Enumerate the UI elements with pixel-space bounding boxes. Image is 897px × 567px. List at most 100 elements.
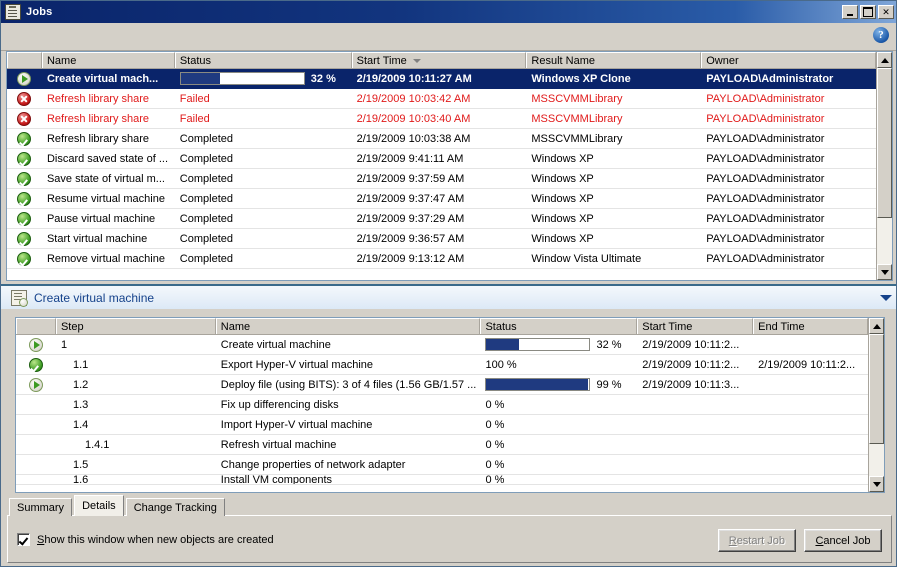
scroll-up-button[interactable]	[869, 318, 884, 334]
column-header-status_icon[interactable]	[7, 52, 42, 68]
column-header-label: Start Time	[357, 55, 407, 67]
progress-label: 32 %	[311, 73, 336, 85]
column-header-step[interactable]: Step	[56, 318, 216, 334]
table-row[interactable]: 1.4.1Refresh virtual machine0 %	[16, 435, 868, 455]
row-status-icon	[7, 129, 42, 148]
table-row[interactable]: 1Create virtual machine32 %2/19/2009 10:…	[16, 335, 868, 355]
chevron-down-icon[interactable]	[880, 295, 892, 301]
row-status-icon	[7, 249, 42, 268]
row-status-icon	[16, 475, 56, 484]
status-completed-icon	[17, 232, 31, 246]
status-completed-icon	[17, 172, 31, 186]
column-header-name[interactable]: Name	[42, 52, 175, 68]
table-row[interactable]: Save state of virtual m...Completed2/19/…	[7, 169, 876, 189]
maximize-button[interactable]	[860, 5, 876, 19]
table-row[interactable]: 1.2Deploy file (using BITS): 3 of 4 file…	[16, 375, 868, 395]
column-header-owner[interactable]: Owner	[701, 52, 876, 68]
restart-job-button: Restart Job	[718, 529, 796, 552]
sort-descending-icon	[413, 59, 421, 63]
close-button[interactable]: ✕	[878, 5, 894, 19]
scroll-thumb[interactable]	[877, 68, 892, 218]
scroll-track[interactable]	[877, 68, 892, 264]
minimize-button[interactable]	[842, 5, 858, 19]
row-status-icon	[7, 229, 42, 248]
scroll-down-button[interactable]	[877, 264, 892, 280]
tab-change-tracking[interactable]: Change Tracking	[126, 498, 225, 516]
cell-owner: PAYLOAD\Administrator	[701, 169, 876, 188]
table-row[interactable]: Remove virtual machineCompleted2/19/2009…	[7, 249, 876, 269]
table-row[interactable]: 1.5Change properties of network adapter0…	[16, 455, 868, 475]
steps-vertical-scrollbar[interactable]	[868, 318, 884, 492]
scroll-down-button[interactable]	[869, 476, 884, 492]
table-row[interactable]: Refresh library shareCompleted2/19/2009 …	[7, 129, 876, 149]
cell-end-time	[753, 395, 868, 414]
cell-name: Discard saved state of ...	[42, 149, 175, 168]
table-row[interactable]: Create virtual mach...32 %2/19/2009 10:1…	[7, 69, 876, 89]
help-icon[interactable]: ?	[873, 27, 889, 43]
cell-start-time: 2/19/2009 10:11:2...	[637, 355, 753, 374]
cell-status: 0 %	[480, 475, 637, 484]
column-header-status[interactable]: Status	[480, 318, 637, 334]
cell-status: Failed	[175, 109, 352, 128]
table-row[interactable]: Resume virtual machineCompleted2/19/2009…	[7, 189, 876, 209]
tab-label: Summary	[17, 502, 64, 514]
cell-name: Remove virtual machine	[42, 249, 175, 268]
cell-start-time: 2/19/2009 9:37:47 AM	[352, 189, 527, 208]
show-window-checkbox-row[interactable]: Show this window when new objects are cr…	[17, 533, 274, 546]
column-header-result_name[interactable]: Result Name	[526, 52, 701, 68]
status-text: Completed	[180, 173, 233, 185]
table-row[interactable]: Start virtual machineCompleted2/19/2009 …	[7, 229, 876, 249]
cell-step: 1.2	[56, 375, 216, 394]
column-header-step_icon[interactable]	[16, 318, 56, 334]
scroll-up-button[interactable]	[877, 52, 892, 68]
column-header-label: Name	[47, 55, 76, 67]
cell-start-time: 2/19/2009 10:11:27 AM	[352, 69, 527, 88]
table-row[interactable]: 1.6Install VM components0 %	[16, 475, 868, 485]
scroll-track[interactable]	[869, 334, 884, 476]
table-row[interactable]: 1.1Export Hyper-V virtual machine100 %2/…	[16, 355, 868, 375]
table-row[interactable]: Refresh library shareFailed2/19/2009 10:…	[7, 109, 876, 129]
cell-owner: PAYLOAD\Administrator	[701, 69, 876, 88]
cell-status: Completed	[175, 169, 352, 188]
cell-status: Failed	[175, 89, 352, 108]
table-row[interactable]: Pause virtual machineCompleted2/19/2009 …	[7, 209, 876, 229]
table-row[interactable]: 1.3Fix up differencing disks0 %	[16, 395, 868, 415]
column-header-label: Status	[180, 55, 211, 67]
table-row[interactable]: 1.4Import Hyper-V virtual machine0 %	[16, 415, 868, 435]
cell-start-time: 2/19/2009 9:37:59 AM	[352, 169, 527, 188]
show-window-checkbox[interactable]	[17, 533, 30, 546]
status-running-icon	[29, 338, 43, 352]
scroll-thumb[interactable]	[869, 334, 884, 444]
progress-label: 32 %	[596, 339, 621, 351]
details-panel-header[interactable]: Create virtual machine	[1, 284, 897, 309]
column-header-status[interactable]: Status	[175, 52, 352, 68]
cell-status: 0 %	[480, 435, 637, 454]
status-text: Failed	[180, 93, 210, 105]
progress-label: 0 %	[485, 419, 504, 431]
table-row[interactable]: Discard saved state of ...Completed2/19/…	[7, 149, 876, 169]
column-header-label: End Time	[758, 321, 804, 333]
column-header-start_time[interactable]: Start Time	[352, 52, 527, 68]
tab-details[interactable]: Details	[74, 495, 124, 516]
row-status-icon	[16, 335, 56, 354]
cell-name: Pause virtual machine	[42, 209, 175, 228]
column-header-name[interactable]: Name	[216, 318, 481, 334]
status-completed-icon	[17, 212, 31, 226]
cell-name: Deploy file (using BITS): 3 of 4 files (…	[216, 375, 481, 394]
column-header-start_time[interactable]: Start Time	[637, 318, 753, 334]
cell-status: 0 %	[480, 415, 637, 434]
button-accel-letter: R	[729, 535, 737, 547]
jobs-vertical-scrollbar[interactable]	[876, 52, 892, 280]
tab-summary[interactable]: Summary	[9, 498, 72, 516]
column-header-label: Result Name	[531, 55, 595, 67]
tab-label: Details	[82, 500, 116, 512]
row-status-icon	[16, 415, 56, 434]
table-row[interactable]: Refresh library shareFailed2/19/2009 10:…	[7, 89, 876, 109]
job-detail-icon	[11, 290, 27, 306]
cancel-job-button[interactable]: Cancel Job	[804, 529, 882, 552]
row-status-icon	[7, 149, 42, 168]
cell-start-time: 2/19/2009 10:03:40 AM	[352, 109, 527, 128]
column-header-end_time[interactable]: End Time	[753, 318, 868, 334]
cell-end-time	[753, 335, 868, 354]
progress-label: 99 %	[596, 379, 621, 391]
